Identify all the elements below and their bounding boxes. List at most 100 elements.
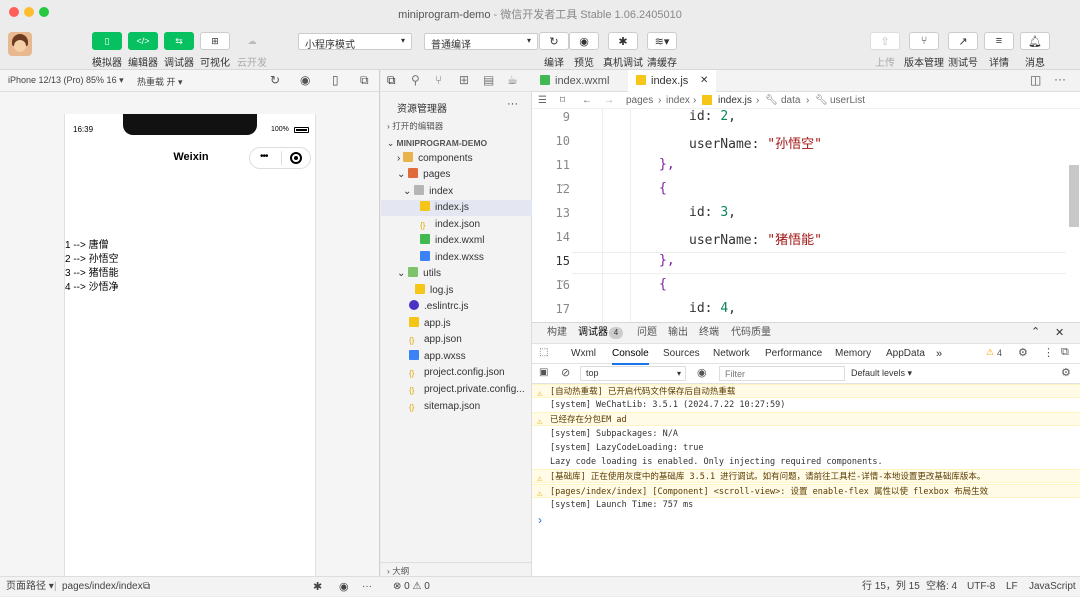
tree-item-index-folder[interactable]: ⌄ index <box>381 184 532 200</box>
tab-output[interactable]: 输出 <box>668 323 688 343</box>
tab-index-wxml[interactable]: index.wxml <box>532 70 628 92</box>
phone-icon[interactable]: ▯ <box>332 73 339 87</box>
editor-scrollbar[interactable] <box>1069 165 1079 227</box>
problems-count[interactable]: ⊗ 0 ⚠ 0 <box>393 577 430 597</box>
breadcrumb-pages[interactable]: pages <box>626 92 653 109</box>
close-tab-icon[interactable]: ✕ <box>700 70 708 92</box>
tab-code-quality[interactable]: 代码质量 <box>731 323 771 343</box>
kebab-menu-icon[interactable]: ⋮ <box>1043 346 1054 359</box>
cursor-position[interactable]: 行 15，列 15 <box>862 577 920 597</box>
breadcrumb-file[interactable]: index.js <box>718 92 752 109</box>
git-icon[interactable]: ⑂ <box>435 73 442 87</box>
settings-gear-icon[interactable]: ⚙ <box>1018 346 1028 359</box>
fold-chevron-icon[interactable]: ⌄ <box>558 274 566 285</box>
warning-count[interactable]: 4 <box>997 348 1002 358</box>
forward-arrow-icon[interactable]: → <box>604 92 614 109</box>
files-icon[interactable]: ⧉ <box>387 73 396 88</box>
tab-appdata[interactable]: AppData <box>886 345 925 365</box>
eye-icon[interactable]: ◉ <box>697 366 707 379</box>
details-button[interactable]: ≡ <box>984 32 1014 50</box>
tab-memory[interactable]: Memory <box>835 345 871 365</box>
clear-cache-button[interactable]: ≋▾ <box>647 32 677 50</box>
device-select[interactable]: iPhone 12/13 (Pro) 85% 16 ▾ <box>8 75 124 86</box>
tree-item-sitemap[interactable]: {} sitemap.json <box>381 399 532 415</box>
upload-button[interactable]: ⇧ <box>870 32 900 50</box>
project-section[interactable]: ⌄ MINIPROGRAM-DEMO <box>381 135 532 151</box>
version-manage-button[interactable]: ⑂ <box>909 32 939 50</box>
avatar[interactable] <box>8 32 32 56</box>
mode-select[interactable]: 小程序模式 ▾ <box>298 33 412 51</box>
inspect-icon[interactable]: ⬚ <box>539 347 548 358</box>
bookmark-icon[interactable]: ⌑ <box>560 92 565 109</box>
tab-terminal[interactable]: 终端 <box>699 323 719 343</box>
tab-problems[interactable]: 问题 <box>637 323 657 343</box>
messages-button[interactable]: 🔔︎ <box>1020 32 1050 50</box>
tree-item-components[interactable]: › components <box>381 151 532 167</box>
chevron-up-icon[interactable]: ⌃ <box>1031 325 1040 338</box>
reload-icon[interactable]: ↻ <box>270 73 280 87</box>
tree-item-app-wxss[interactable]: app.wxss <box>381 349 532 365</box>
editor-more-icon[interactable]: ··· <box>1054 72 1066 86</box>
tab-network[interactable]: Network <box>713 345 750 365</box>
page-path-label[interactable]: 页面路径 ▾ <box>6 577 54 597</box>
tree-item-project-config[interactable]: {} project.config.json <box>381 365 532 381</box>
tree-item-eslintrc[interactable]: .eslintrc.js <box>381 299 532 315</box>
cloud-dev-button[interactable]: ☁ <box>237 32 267 50</box>
visual-toggle-button[interactable]: ⊞ <box>200 32 230 50</box>
tab-performance[interactable]: Performance <box>765 345 822 365</box>
remote-debug-button[interactable]: ✱ <box>608 32 638 50</box>
test-account-button[interactable]: ↗ <box>948 32 978 50</box>
tree-item-index-js[interactable]: index.js <box>381 200 532 216</box>
tab-sources[interactable]: Sources <box>663 345 700 365</box>
editor-toggle-button[interactable]: </> <box>128 32 158 50</box>
tree-item-index-wxml[interactable]: index.wxml <box>381 233 532 249</box>
breadcrumb-index[interactable]: index <box>666 92 690 109</box>
tree-item-utils[interactable]: ⌄ utils <box>381 266 532 282</box>
status-more-icon[interactable]: ··· <box>362 577 372 597</box>
eye-icon[interactable]: ◉ <box>339 577 349 597</box>
tree-item-pages[interactable]: ⌄ pages <box>381 167 532 183</box>
tree-item-app-js[interactable]: app.js <box>381 316 532 332</box>
panel-icon[interactable]: ▤ <box>483 73 494 87</box>
more-tabs-icon[interactable]: » <box>936 345 942 365</box>
tab-debugger[interactable]: 调试器 <box>578 323 608 343</box>
split-editor-icon[interactable]: ◫ <box>1030 73 1041 87</box>
search-icon[interactable]: ⚲ <box>411 73 420 87</box>
more-dots-icon[interactable]: ••• <box>260 151 268 162</box>
tab-build[interactable]: 构建 <box>547 323 567 343</box>
teapot-icon[interactable]: ☕︎ <box>507 73 518 87</box>
open-editors-section[interactable]: › 打开的编辑器 <box>381 118 532 134</box>
dock-icon[interactable]: ⧉ <box>1061 346 1069 359</box>
tab-console[interactable]: Console <box>612 345 649 365</box>
list-icon[interactable]: ☰ <box>538 92 547 109</box>
breadcrumb-data[interactable]: data <box>781 92 800 109</box>
line-ending[interactable]: LF <box>1006 577 1018 597</box>
compile-button[interactable]: ↻ <box>539 32 569 50</box>
clear-console-icon[interactable]: ⊘ <box>561 366 570 379</box>
debugger-toggle-button[interactable]: ⇆ <box>164 32 194 50</box>
sidebar-toggle-icon[interactable]: ▣ <box>539 367 548 378</box>
close-miniprogram-icon[interactable] <box>290 152 302 164</box>
tab-index-js[interactable]: index.js ✕ <box>628 70 716 92</box>
back-arrow-icon[interactable]: ← <box>582 92 592 109</box>
encoding[interactable]: UTF-8 <box>967 577 995 597</box>
explorer-more-icon[interactable]: ··· <box>507 98 518 110</box>
tree-item-index-json[interactable]: {} index.json <box>381 217 532 233</box>
hot-reload-select[interactable]: 热重载 开 ▾ <box>137 75 183 88</box>
menu-capsule[interactable]: ••• <box>249 147 311 169</box>
language-mode[interactable]: JavaScript <box>1029 577 1076 597</box>
tree-item-log-js[interactable]: log.js <box>381 283 532 299</box>
context-select[interactable]: top ▾ <box>580 366 686 381</box>
console-filter-input[interactable] <box>719 366 845 381</box>
extensions-icon[interactable]: ⊞ <box>459 73 469 87</box>
stop-icon[interactable]: ◉ <box>300 73 310 87</box>
close-panel-icon[interactable]: ✕ <box>1055 326 1064 339</box>
console-settings-gear-icon[interactable]: ⚙ <box>1061 366 1071 379</box>
detach-icon[interactable]: ⧉ <box>360 73 369 88</box>
tab-wxml[interactable]: Wxml <box>571 345 596 365</box>
console-prompt[interactable]: › <box>538 513 542 527</box>
tree-item-project-private-config[interactable]: {} project.private.config... <box>381 382 532 398</box>
simulator-toggle-button[interactable]: ▯ <box>92 32 122 50</box>
preview-button[interactable]: ◉ <box>569 32 599 50</box>
tree-item-index-wxss[interactable]: index.wxss <box>381 250 532 266</box>
